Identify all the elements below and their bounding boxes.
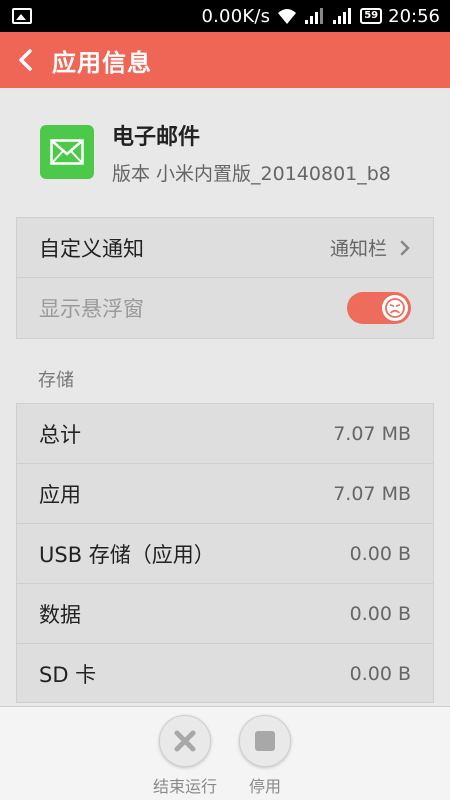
mail-icon bbox=[50, 139, 84, 165]
storage-value: 7.07 MB bbox=[333, 422, 411, 445]
force-stop-label: 结束运行 bbox=[152, 777, 217, 796]
signal-icon bbox=[305, 8, 324, 24]
header: 应用信息 bbox=[0, 32, 450, 88]
app-info: 电子邮件 版本 小米内置版_20140801_b8 bbox=[0, 88, 450, 216]
stop-icon bbox=[255, 731, 275, 751]
storage-label: 数据 bbox=[39, 602, 81, 627]
floating-window-toggle[interactable] bbox=[347, 292, 411, 324]
app-name: 电子邮件 bbox=[112, 124, 201, 150]
custom-notification-row[interactable]: 自定义通知 通知栏 bbox=[17, 218, 433, 278]
wifi-icon bbox=[278, 9, 297, 24]
custom-notification-label: 自定义通知 bbox=[39, 236, 144, 261]
floating-window-label: 显示悬浮窗 bbox=[39, 297, 144, 321]
settings-group: 自定义通知 通知栏 显示悬浮窗 bbox=[16, 217, 434, 339]
storage-group: 总计 7.07 MB 应用 7.07 MB USB 存储（应用） 0.00 B … bbox=[16, 403, 434, 703]
force-stop-circle bbox=[159, 715, 211, 767]
storage-label: 总计 bbox=[39, 422, 81, 447]
app-version: 版本 小米内置版_20140801_b8 bbox=[112, 162, 391, 185]
toggle-knob bbox=[382, 295, 408, 321]
storage-row-total: 总计 7.07 MB bbox=[17, 404, 433, 464]
clock: 20:56 bbox=[388, 5, 440, 27]
storage-row-sd: SD 卡 0.00 B bbox=[17, 644, 433, 702]
disable-button[interactable]: 停用 bbox=[225, 715, 305, 797]
back-button[interactable] bbox=[0, 32, 52, 88]
battery-icon: 59 bbox=[360, 8, 383, 24]
back-arrow-icon bbox=[19, 49, 32, 71]
storage-label: 应用 bbox=[39, 482, 81, 507]
floating-window-row: 显示悬浮窗 bbox=[17, 278, 433, 338]
close-icon bbox=[174, 730, 196, 752]
page-title: 应用信息 bbox=[52, 48, 152, 77]
storage-value: 0.00 B bbox=[349, 602, 411, 625]
storage-value: 0.00 B bbox=[349, 663, 411, 685]
custom-notification-value: 通知栏 bbox=[329, 238, 387, 260]
storage-section-label: 存储 bbox=[38, 370, 74, 391]
signal-icon-2 bbox=[333, 8, 352, 24]
storage-value: 7.07 MB bbox=[333, 482, 411, 505]
storage-label: SD 卡 bbox=[39, 663, 97, 687]
force-stop-button[interactable]: 结束运行 bbox=[145, 715, 225, 797]
status-bar: 0.00K/s 59 20:56 bbox=[0, 0, 450, 32]
app-icon bbox=[40, 125, 94, 179]
storage-row-app: 应用 7.07 MB bbox=[17, 464, 433, 524]
disable-label: 停用 bbox=[248, 777, 281, 796]
network-speed: 0.00K/s bbox=[201, 5, 271, 27]
disable-circle bbox=[239, 715, 291, 767]
storage-row-data: 数据 0.00 B bbox=[17, 584, 433, 644]
bottom-action-bar: 结束运行 停用 bbox=[0, 706, 450, 800]
sad-face-icon bbox=[385, 298, 405, 318]
storage-row-usb: USB 存储（应用） 0.00 B bbox=[17, 524, 433, 584]
chevron-right-icon bbox=[399, 239, 411, 257]
screenshot-icon bbox=[12, 8, 32, 24]
storage-value: 0.00 B bbox=[349, 542, 411, 565]
storage-label: USB 存储（应用） bbox=[39, 542, 215, 567]
